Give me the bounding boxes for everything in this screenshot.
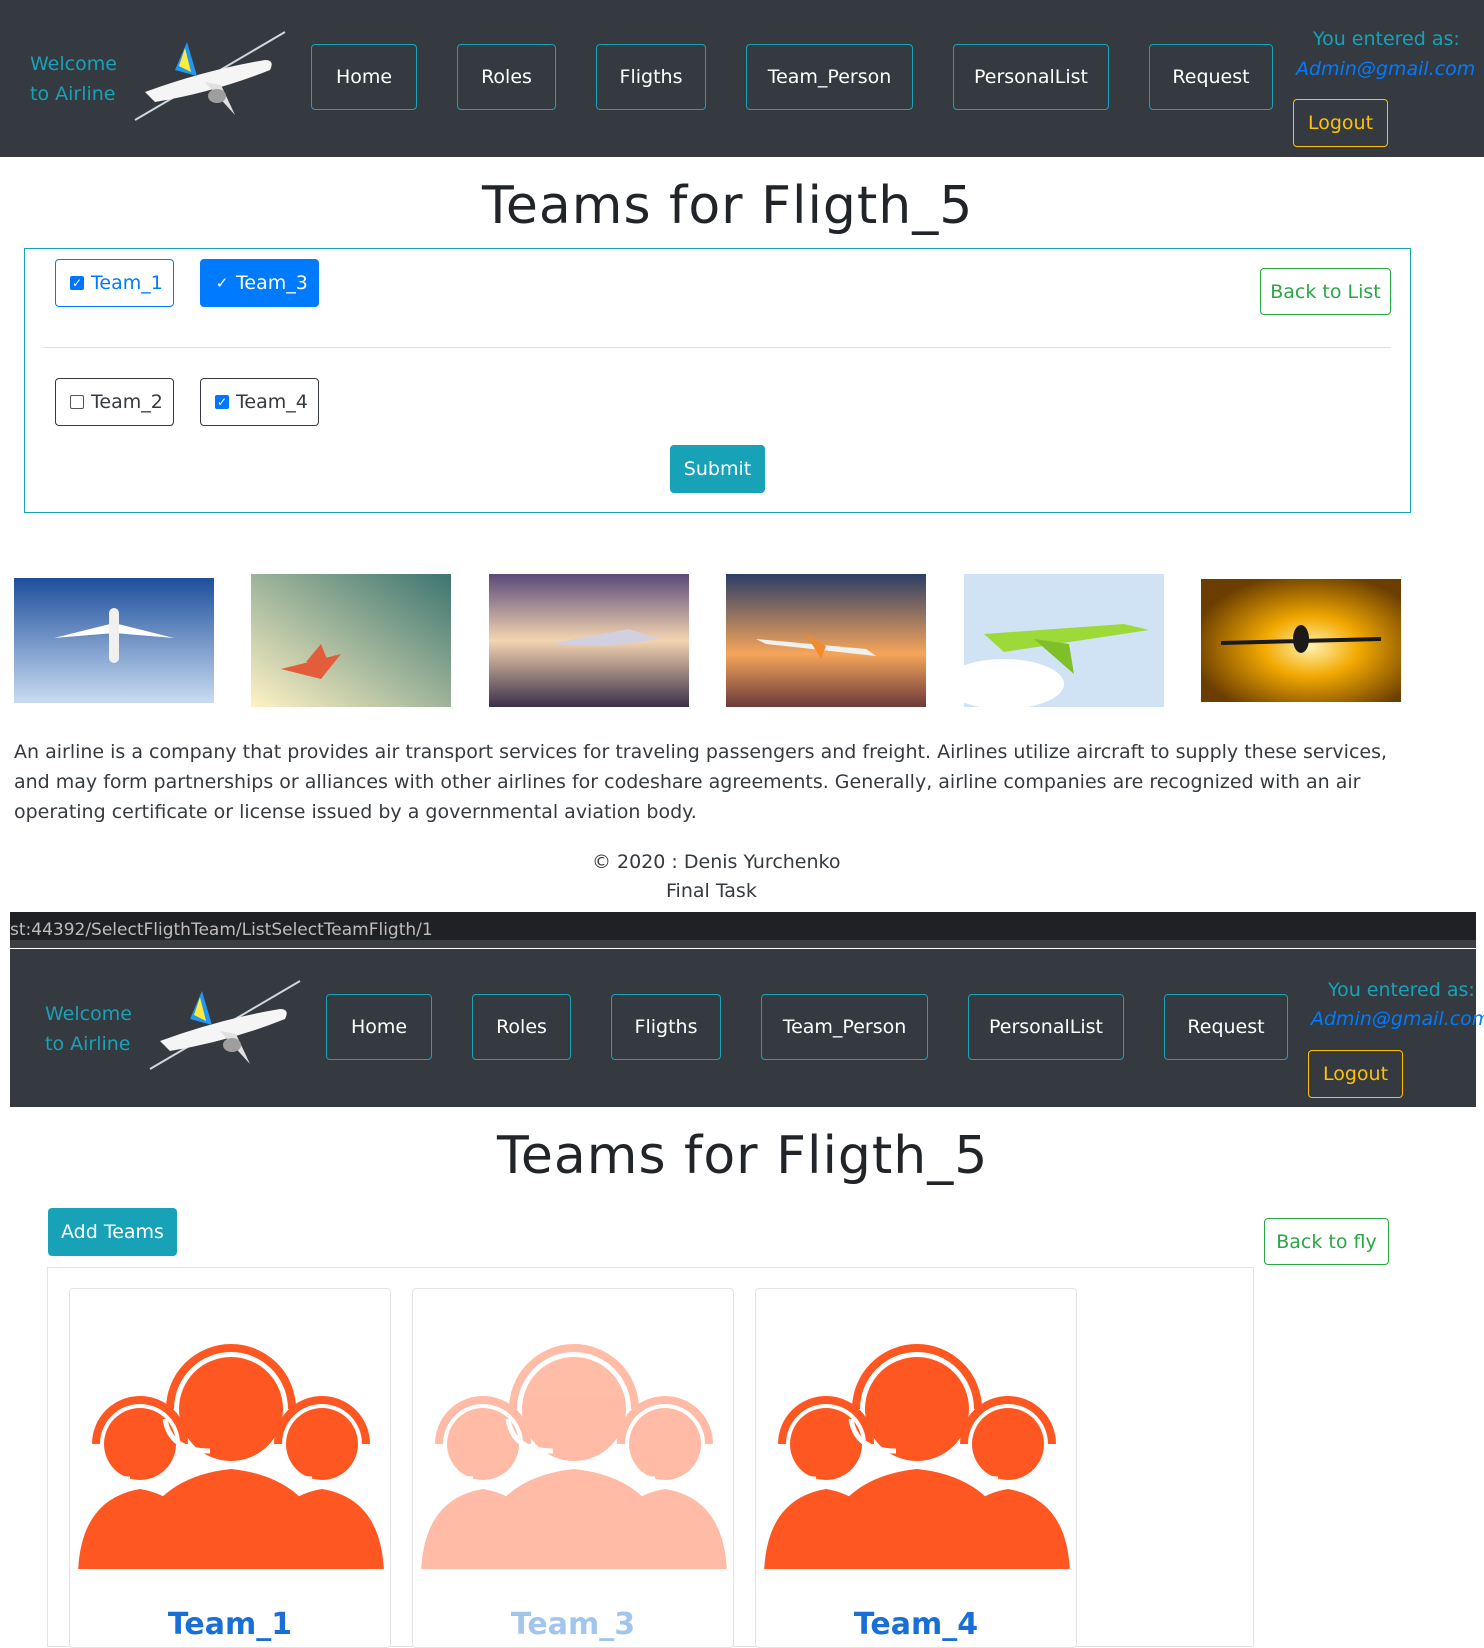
nav-roles[interactable]: Roles: [472, 994, 571, 1060]
team-card-title[interactable]: Team_1: [70, 1607, 390, 1642]
brand-line-1: Welcome: [30, 53, 117, 75]
airplane-photo-6: [1201, 579, 1401, 702]
team-cards-container: Team_1 Team_3 Team_4: [47, 1267, 1254, 1648]
airplane-photo-1: [14, 578, 214, 703]
airline-description: An airline is a company that provides ai…: [14, 741, 1388, 823]
nav-request[interactable]: Request: [1164, 994, 1288, 1060]
team-card-team-1[interactable]: Team_1: [69, 1288, 391, 1648]
nav-home[interactable]: Home: [311, 44, 417, 110]
nav-personal-list[interactable]: PersonalList: [953, 44, 1109, 110]
nav-fligths[interactable]: Fligths: [611, 994, 721, 1060]
second-navbar: Welcome to Airline Home Roles Fligths Te…: [10, 949, 1484, 1107]
nav-personal-list[interactable]: PersonalList: [968, 994, 1124, 1060]
footer-copyright: © 2020 : Denis Yurchenko: [592, 851, 841, 873]
checkbox-unchecked-icon[interactable]: [70, 395, 84, 409]
airplane-photo-3: [489, 574, 689, 707]
team-headset-icon: [78, 1344, 384, 1569]
status-url-text: st:44392/SelectFligthTeam/ListSelectTeam…: [10, 920, 433, 940]
top-navbar: Welcome to Airline Home Roles Fligths Te…: [0, 0, 1484, 157]
brand-text[interactable]: Welcome to Airline: [30, 49, 117, 109]
team-card-title[interactable]: Team_3: [413, 1607, 733, 1642]
user-email: Admin@gmail.com: [1311, 1008, 1484, 1030]
user-email: Admin@gmail.com: [1296, 58, 1476, 80]
logout-button[interactable]: Logout: [1293, 99, 1388, 147]
team-checkbox-label: Team_1: [91, 272, 163, 294]
nav-team-person[interactable]: Team_Person: [746, 44, 913, 110]
brand-line-2: to Airline: [30, 83, 116, 105]
url-bar-shadow: [10, 940, 1476, 948]
checkbox-checked-icon[interactable]: ✓: [215, 395, 229, 409]
team-card-title[interactable]: Team_4: [756, 1607, 1076, 1642]
back-to-list-button[interactable]: Back to List: [1260, 268, 1391, 315]
brand-line-2: to Airline: [45, 1033, 131, 1055]
back-to-fly-button[interactable]: Back to fly: [1264, 1218, 1389, 1265]
nav-home[interactable]: Home: [326, 994, 432, 1060]
team-headset-icon: [764, 1344, 1070, 1569]
form-divider: [43, 347, 1391, 348]
brand-text[interactable]: Welcome to Airline: [45, 999, 132, 1059]
nav-request[interactable]: Request: [1149, 44, 1273, 110]
team-checkbox-team-4[interactable]: ✓ Team_4: [200, 378, 319, 426]
airplane-logo-icon: [149, 980, 301, 1070]
team-checkbox-team-3[interactable]: ✓ Team_3: [200, 259, 319, 307]
nav-team-person[interactable]: Team_Person: [761, 994, 928, 1060]
airplane-photo-5: [964, 574, 1164, 707]
user-label: You entered as:: [1313, 28, 1460, 50]
nav-roles[interactable]: Roles: [457, 44, 556, 110]
team-checkbox-label: Team_3: [236, 272, 308, 294]
team-card-team-3[interactable]: Team_3: [412, 1288, 734, 1648]
airplane-photo-2: [251, 574, 451, 707]
page-title: Teams for Fligth_5: [497, 1126, 989, 1186]
add-teams-button[interactable]: Add Teams: [48, 1208, 177, 1256]
team-headset-icon: [421, 1344, 727, 1569]
logout-button[interactable]: Logout: [1308, 1050, 1403, 1098]
team-card-team-4[interactable]: Team_4: [755, 1288, 1077, 1648]
airplane-logo-icon: [134, 31, 286, 121]
team-select-form: ✓ Team_1 ✓ Team_3 Back to List Team_2 ✓ …: [24, 248, 1411, 513]
nav-fligths[interactable]: Fligths: [596, 44, 706, 110]
checkbox-checked-icon[interactable]: ✓: [70, 276, 84, 290]
team-checkbox-label: Team_4: [236, 391, 308, 413]
user-label: You entered as:: [1328, 979, 1475, 1001]
footer-task: Final Task: [666, 880, 757, 898]
airplane-photo-4: [726, 574, 926, 707]
submit-button[interactable]: Submit: [670, 445, 765, 493]
team-checkbox-team-1[interactable]: ✓ Team_1: [55, 259, 174, 307]
team-checkbox-team-2[interactable]: Team_2: [55, 378, 174, 426]
team-checkbox-label: Team_2: [91, 391, 163, 413]
brand-line-1: Welcome: [45, 1003, 132, 1025]
checkbox-checked-icon[interactable]: ✓: [215, 275, 229, 290]
page-title: Teams for Fligth_5: [482, 176, 974, 236]
